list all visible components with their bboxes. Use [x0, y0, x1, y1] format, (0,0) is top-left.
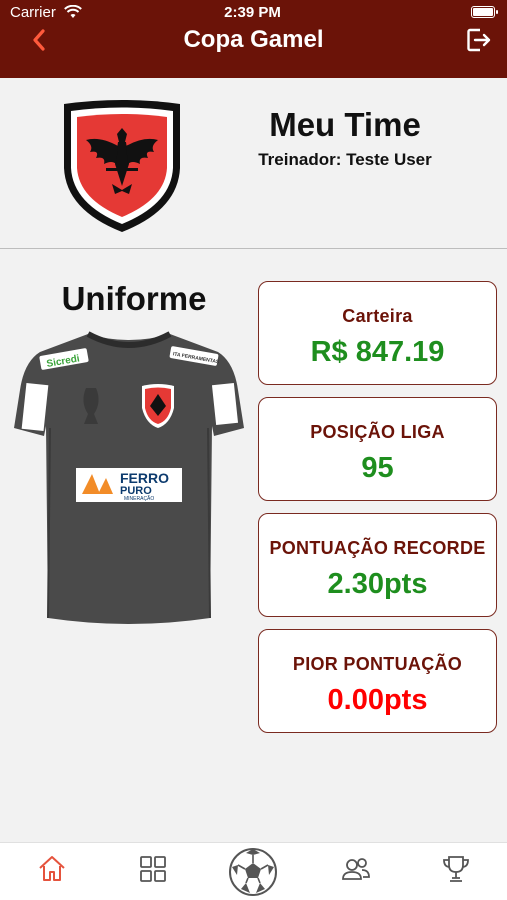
top-bar: Carrier 2:39 PM Copa Gamel [0, 0, 507, 78]
stat-value: 0.00pts [327, 684, 428, 716]
uniform-shirt-image: Sicredi ITA FERRAMENTAS FERRO PURO MINER… [14, 331, 244, 624]
status-bar: Carrier 2:39 PM [10, 4, 498, 24]
uniform-title: Uniforme [61, 280, 207, 317]
soccer-ball-icon[interactable] [228, 847, 278, 897]
coach-name: Treinador: Teste User [258, 150, 432, 169]
team-name: Meu Time [269, 106, 421, 143]
stat-card-posicao-liga: POSIÇÃO LIGA 95 [258, 397, 497, 501]
sponsor-chest-line3: MINERAÇÃO [124, 495, 154, 502]
stat-label: POSIÇÃO LIGA [310, 422, 445, 442]
sponsor-chest-line1: FERRO [120, 470, 169, 486]
stat-value: 95 [361, 452, 394, 484]
battery-icon [471, 6, 498, 18]
stat-card-pontuacao-recorde: PONTUAÇÃO RECORDE 2.30pts [258, 513, 497, 617]
eagle-crest-icon [64, 100, 180, 232]
users-icon[interactable] [340, 853, 372, 885]
home-icon[interactable] [36, 853, 68, 885]
logout-icon[interactable] [465, 26, 493, 54]
team-header: Meu Time Treinador: Teste User [0, 78, 507, 249]
status-time: 2:39 PM [224, 4, 281, 21]
stat-card-pior-pontuacao: PIOR PONTUAÇÃO 0.00pts [258, 629, 497, 733]
stat-card-carteira: Carteira R$ 847.19 [258, 281, 497, 385]
page-title: Copa Gamel [183, 26, 324, 53]
stat-label: PIOR PONTUAÇÃO [292, 654, 463, 674]
stat-value: 2.30pts [327, 568, 428, 600]
trophy-icon[interactable] [440, 853, 472, 885]
stat-label: Carteira [342, 306, 413, 326]
tab-bar [0, 842, 507, 900]
stat-label: PONTUAÇÃO RECORDE [269, 538, 486, 558]
stat-value: R$ 847.19 [310, 336, 445, 368]
grid-icon[interactable] [137, 853, 169, 885]
